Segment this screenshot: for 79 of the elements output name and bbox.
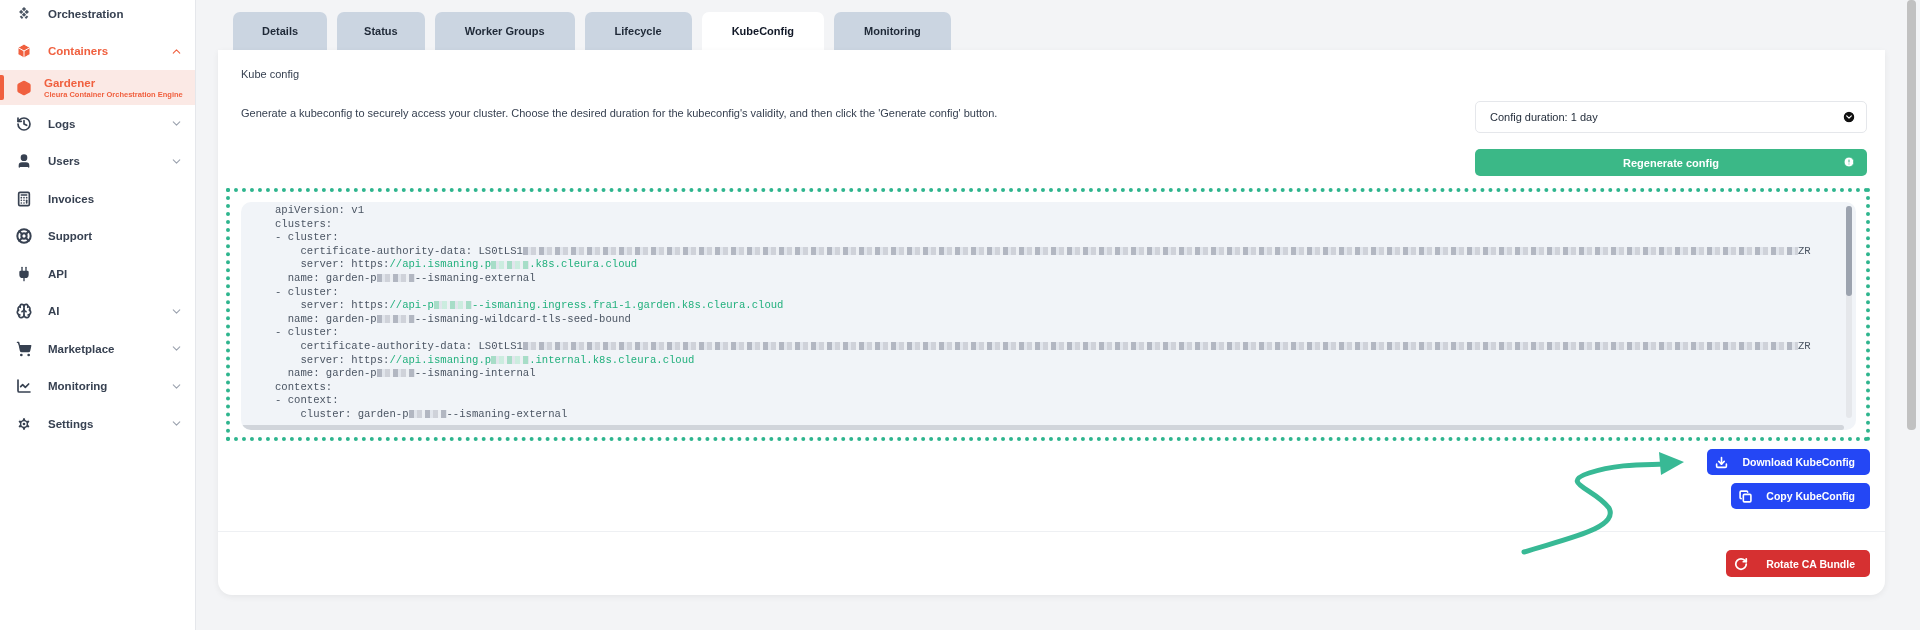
nav-item[interactable]: Orchestration: [48, 7, 183, 20]
code-url: //api.ismaning.p: [389, 353, 492, 366]
plug-icon: [16, 265, 32, 282]
history-icon: [16, 115, 32, 132]
tab[interactable]: KubeConfig: [701, 12, 824, 50]
blurred-text: [491, 260, 530, 269]
tab[interactable]: Monitoring: [834, 12, 951, 50]
hexagon-icon: [16, 79, 32, 96]
code-text: apiVersion: v1: [275, 204, 364, 216]
code-text: --ismaning-external: [446, 407, 568, 420]
line-chart-icon: [16, 378, 32, 395]
code-text: --ismaning-internal: [414, 367, 536, 380]
blurred-text: [376, 274, 415, 283]
code-text: - cluster:: [275, 285, 339, 298]
code-text: contexts:: [275, 380, 333, 393]
blurred-text: [408, 410, 447, 419]
code-url: //api-p: [389, 299, 434, 312]
rotate-button[interactable]: Rotate CA Bundle: [1726, 550, 1870, 577]
description-text: Generate a kubeconfig to securely access your cluster. Choose the desired duration for the kubeconfig's validity, and then click the 'Generate config' button.: [241, 107, 998, 119]
blurred-text: [376, 314, 415, 323]
nav-item[interactable]: Monitoring: [48, 380, 154, 393]
code-text: server: https:: [299, 258, 390, 271]
nav-item[interactable]: Support: [48, 230, 183, 243]
alert-icon: [1843, 156, 1855, 168]
copy-button[interactable]: Copy KubeConfig: [1731, 483, 1870, 509]
nav-item[interactable]: Users: [48, 155, 154, 168]
nav-item[interactable]: Invoices: [48, 192, 183, 205]
tab[interactable]: Worker Groups: [434, 12, 575, 50]
copy-icon: [1739, 489, 1753, 503]
nav-item[interactable]: API: [48, 267, 183, 280]
nav-item[interactable]: Logs: [48, 117, 154, 130]
code-text: name: garden-p: [286, 367, 377, 380]
code-url: --ismaning.ingress.fra1-1.garden.k8s.cleura.cloud: [471, 299, 784, 312]
code-text: certificate-authority-data: LS0tLS1: [299, 339, 523, 352]
code-text: --ismaning-wildcard-tls-seed-bound: [414, 312, 631, 325]
brain-icon: [16, 303, 32, 320]
code-text: server: https:: [299, 299, 390, 312]
code-url: .internal.k8s.cleura.cloud: [529, 353, 695, 366]
lifebuoy-icon: [16, 228, 32, 245]
tab[interactable]: Details: [233, 12, 328, 50]
code-url: .k8s.cleura.cloud: [529, 258, 638, 271]
nav-item[interactable]: AI: [48, 305, 154, 318]
cart-icon: [16, 340, 32, 357]
code-text: server: https:: [299, 353, 390, 366]
code-text: --ismaning-external: [414, 271, 536, 284]
code-text: - cluster:: [275, 231, 339, 244]
box-icon: [16, 43, 32, 60]
calculator-icon: [16, 190, 32, 207]
settings-icon: [16, 415, 32, 432]
code-text: name: garden-p: [286, 271, 377, 284]
nav-subitem-title: Gardener: [44, 76, 97, 89]
code-url: //api.ismaning.p: [389, 258, 492, 271]
code-text: name: garden-p: [286, 312, 377, 325]
duration-select[interactable]: Config duration: 1 day: [1475, 101, 1867, 133]
chevron-icon: [1842, 110, 1856, 124]
download-button[interactable]: Download KubeConfig: [1707, 449, 1870, 475]
scrollbar[interactable]: [241, 425, 1844, 430]
code-text: cluster: garden-p: [299, 407, 409, 420]
tab[interactable]: Status: [337, 12, 425, 50]
scrollbar[interactable]: [1846, 206, 1852, 418]
download-icon: [1715, 455, 1729, 469]
code-text: certificate-authority-data: LS0tLS1: [299, 244, 523, 257]
rotate-icon: [1734, 556, 1749, 571]
selection-bar: [0, 75, 4, 100]
diamond-grid-icon: [16, 5, 32, 22]
code-text: - context:: [275, 394, 339, 407]
code-text: ZR: [1797, 339, 1811, 352]
blurred-text: [491, 355, 530, 364]
code-text: - cluster:: [275, 326, 339, 339]
blurred-text: [376, 369, 415, 378]
code-text: clusters:: [275, 217, 333, 230]
code-text: ZR: [1797, 244, 1811, 257]
blurred-text: [433, 301, 472, 310]
section-title: Kube config: [241, 68, 301, 80]
nav-item[interactable]: Settings: [48, 417, 154, 430]
tab[interactable]: Lifecycle: [584, 12, 692, 50]
user-icon: [16, 153, 32, 170]
nav-item[interactable]: Marketplace: [48, 342, 154, 355]
scrollbar[interactable]: [1907, 0, 1916, 430]
